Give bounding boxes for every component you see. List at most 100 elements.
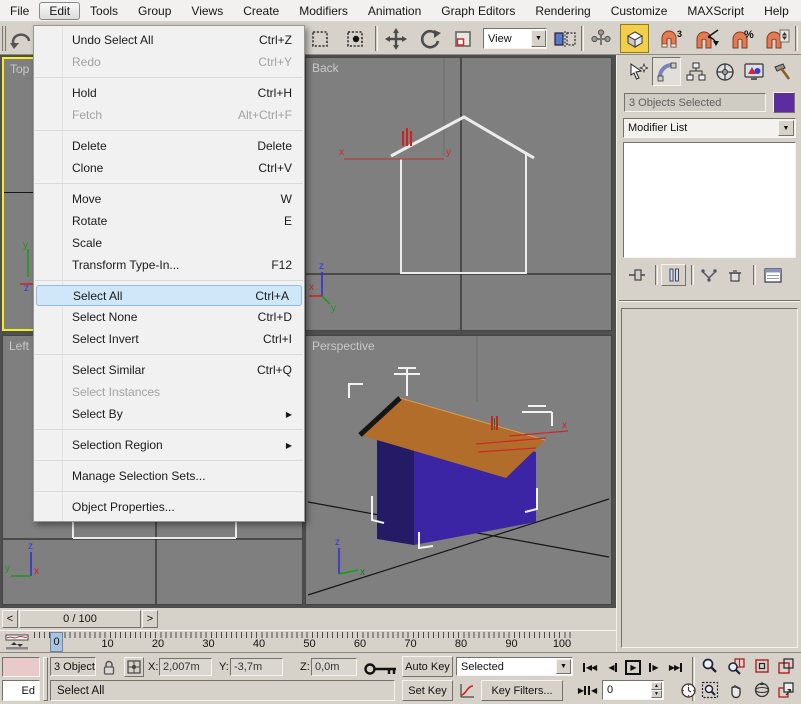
pin-stack-button[interactable] bbox=[625, 265, 649, 285]
coord-z-field[interactable]: 0,0m bbox=[311, 658, 357, 676]
viewport-back[interactable]: Back x y z x y bbox=[305, 57, 612, 331]
undo-icon[interactable] bbox=[8, 26, 34, 52]
default-in-out-tangents-button[interactable] bbox=[456, 680, 478, 701]
show-end-result-button[interactable] bbox=[661, 264, 686, 286]
snaps-toggle-button[interactable] bbox=[620, 24, 649, 53]
back-viewport-canvas[interactable]: x y z x y bbox=[306, 58, 611, 330]
go-to-end-button[interactable]: ▶▶ bbox=[664, 657, 688, 677]
menubar-item-customize[interactable]: Customize bbox=[601, 2, 678, 20]
menu-item-select-all[interactable]: Select AllCtrl+A bbox=[36, 285, 302, 306]
menu-item-select-invert[interactable]: Select InvertCtrl+I bbox=[34, 328, 304, 350]
select-and-move-icon[interactable] bbox=[381, 25, 411, 53]
menu-item-select-none[interactable]: Select NoneCtrl+D bbox=[34, 306, 304, 328]
menu-item-scale[interactable]: Scale bbox=[34, 232, 304, 254]
go-to-start-button[interactable]: ◀◀ bbox=[577, 657, 601, 677]
tab-modify[interactable] bbox=[652, 57, 681, 86]
absolute-offset-mode-button[interactable] bbox=[124, 657, 144, 677]
time-configuration-button[interactable] bbox=[678, 680, 699, 700]
zoom-all-button[interactable] bbox=[725, 656, 746, 676]
selection-filter-icon[interactable] bbox=[341, 26, 369, 52]
maxscript-mini-listener-pink[interactable] bbox=[2, 657, 40, 677]
tab-motion[interactable] bbox=[710, 57, 739, 86]
menubar-item-rendering[interactable]: Rendering bbox=[525, 2, 600, 20]
perspective-viewport-canvas[interactable]: x z x bbox=[306, 336, 611, 604]
configure-modifier-sets-button[interactable] bbox=[761, 265, 785, 285]
coord-y-field[interactable]: -3,7m bbox=[230, 658, 283, 676]
menubar-item-group[interactable]: Group bbox=[128, 2, 181, 20]
snap-3d-icon[interactable]: 3 bbox=[655, 25, 687, 53]
tab-hierarchy[interactable] bbox=[681, 57, 710, 86]
chevron-down-icon[interactable]: ▼ bbox=[531, 30, 546, 47]
orbit-button[interactable] bbox=[751, 680, 772, 700]
chevron-down-icon[interactable]: ▼ bbox=[556, 659, 571, 674]
maximize-viewport-toggle[interactable] bbox=[775, 680, 796, 700]
menu-item-object-properties[interactable]: Object Properties... bbox=[34, 496, 304, 518]
current-frame-field[interactable]: 0 ▲ ▼ bbox=[602, 680, 664, 700]
maxscript-mini-listener-white[interactable]: Ed bbox=[2, 680, 40, 701]
viewport-perspective[interactable]: Perspective x bbox=[305, 335, 612, 605]
current-frame-marker[interactable]: 0 bbox=[50, 632, 63, 652]
selection-name-field[interactable]: 3 Objects Selected bbox=[624, 93, 766, 112]
menu-item-rotate[interactable]: RotateE bbox=[34, 210, 304, 232]
menu-item-select-similar[interactable]: Select SimilarCtrl+Q bbox=[34, 359, 304, 381]
select-and-manipulate-icon[interactable] bbox=[586, 25, 616, 53]
menubar-item-modifiers[interactable]: Modifiers bbox=[289, 2, 358, 20]
menu-item-delete[interactable]: DeleteDelete bbox=[34, 135, 304, 157]
menubar-item-help[interactable]: Help bbox=[754, 2, 799, 20]
zoom-extents-button[interactable] bbox=[751, 656, 772, 676]
pan-hand-button[interactable] bbox=[725, 680, 746, 700]
tab-utilities[interactable] bbox=[768, 57, 797, 86]
mirror-icon[interactable] bbox=[550, 25, 580, 53]
tab-display[interactable] bbox=[739, 57, 768, 86]
previous-frame-button[interactable]: ◀ bbox=[604, 657, 622, 677]
selection-set-dropdown[interactable]: Selected ▼ bbox=[456, 657, 573, 676]
modifier-stack-list[interactable] bbox=[623, 142, 796, 258]
select-and-scale-icon[interactable] bbox=[449, 25, 477, 53]
menubar-item-file[interactable]: File bbox=[0, 2, 39, 20]
object-color-swatch[interactable] bbox=[773, 92, 795, 113]
key-filters-button[interactable]: Key Filters... bbox=[481, 680, 563, 701]
menubar-item-tools[interactable]: Tools bbox=[80, 2, 128, 20]
menubar-item-maxscript[interactable]: MAXScript bbox=[677, 2, 754, 20]
zoom-region-button[interactable] bbox=[699, 680, 720, 700]
time-slider-handle[interactable]: 0 / 100 bbox=[19, 610, 141, 628]
selection-count-box[interactable]: 3 Objects bbox=[50, 657, 96, 676]
listener-splitter[interactable] bbox=[43, 657, 48, 701]
set-key-mode-key-icon[interactable] bbox=[362, 660, 400, 678]
make-unique-button[interactable] bbox=[697, 265, 721, 285]
next-frame-button[interactable]: ▶ bbox=[644, 657, 662, 677]
spinner-snap-icon[interactable] bbox=[761, 25, 793, 53]
menubar-item-edit[interactable]: Edit bbox=[39, 2, 80, 20]
selection-lock-icon[interactable] bbox=[100, 658, 118, 676]
percent-snap-icon[interactable]: % bbox=[727, 25, 759, 53]
menu-item-move[interactable]: MoveW bbox=[34, 188, 304, 210]
key-mode-toggle[interactable]: ▶◀ bbox=[577, 681, 597, 700]
menu-item-manage-selection-sets[interactable]: Manage Selection Sets... bbox=[34, 465, 304, 487]
rollout-area[interactable] bbox=[621, 308, 798, 648]
menu-item-hold[interactable]: HoldCtrl+H bbox=[34, 82, 304, 104]
auto-key-button[interactable]: Auto Key bbox=[402, 656, 453, 677]
tab-create[interactable] bbox=[623, 57, 652, 86]
angle-snap-icon[interactable] bbox=[691, 25, 723, 53]
previous-frame-button[interactable]: < bbox=[2, 610, 18, 628]
select-and-rotate-icon[interactable] bbox=[415, 25, 445, 53]
coord-x-field[interactable]: 2,007m bbox=[159, 658, 212, 676]
next-frame-button[interactable]: > bbox=[142, 610, 158, 628]
menu-item-undo-select-all[interactable]: Undo Select AllCtrl+Z bbox=[34, 29, 304, 51]
remove-modifier-button[interactable] bbox=[723, 265, 747, 285]
menu-item-selection-region[interactable]: Selection Region▶ bbox=[34, 434, 304, 456]
selection-region-icon[interactable] bbox=[306, 26, 334, 52]
menubar-item-animation[interactable]: Animation bbox=[358, 2, 431, 20]
toolbar-drag-handle[interactable] bbox=[2, 26, 7, 51]
track-bar[interactable]: 102030405060708090100 0 bbox=[0, 630, 616, 652]
play-button[interactable]: ▶ bbox=[624, 657, 642, 677]
chevron-down-icon[interactable]: ▼ bbox=[778, 120, 794, 136]
spinner-up-icon[interactable]: ▲ bbox=[651, 682, 662, 690]
menubar-item-create[interactable]: Create bbox=[233, 2, 289, 20]
menubar-item-views[interactable]: Views bbox=[181, 2, 233, 20]
spinner-down-icon[interactable]: ▼ bbox=[651, 690, 662, 698]
menu-item-clone[interactable]: CloneCtrl+V bbox=[34, 157, 304, 179]
zoom-extents-all-button[interactable] bbox=[775, 656, 796, 676]
set-key-button[interactable]: Set Key bbox=[402, 680, 453, 701]
menu-item-select-by[interactable]: Select By▶ bbox=[34, 403, 304, 425]
